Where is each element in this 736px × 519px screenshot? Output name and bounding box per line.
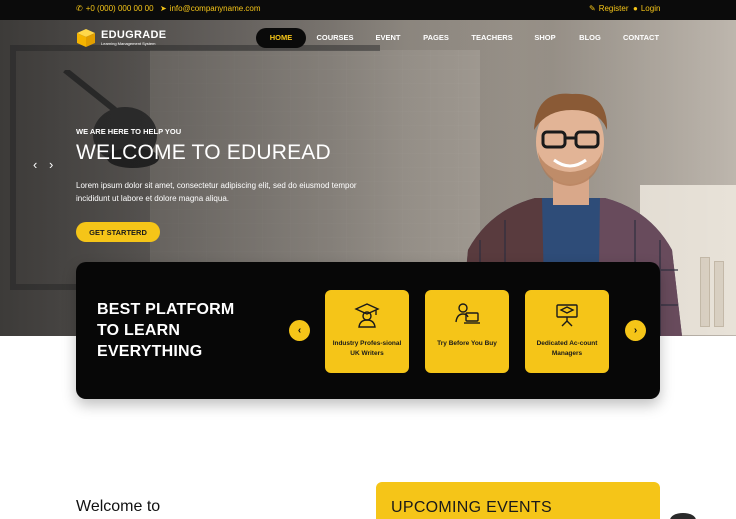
nav-item-pages[interactable]: PAGES: [418, 28, 454, 48]
register-link[interactable]: ✎ Register: [589, 4, 629, 13]
laptop-user-icon: [455, 303, 480, 324]
nav-item-blog[interactable]: BLOG: [574, 28, 606, 48]
feature-card-label: Industry Profes-sional UK Writers: [332, 340, 402, 357]
hero-title: WELCOME TO EDUREAD: [76, 141, 331, 164]
features-next-button[interactable]: ›: [625, 320, 646, 341]
graduate-icon: [354, 303, 380, 328]
phone-text: +0 (000) 000 00 00: [85, 4, 154, 13]
nav-item-home[interactable]: HOME: [256, 28, 306, 48]
top-bar: ✆ +0 (000) 000 00 00 ➤ info@companyname.…: [0, 0, 736, 20]
feature-card-label: Dedicated Ac-count Managers: [536, 340, 598, 357]
user-icon: ●: [633, 3, 638, 13]
hero-subtitle: Lorem ipsum dolor sit amet, consectetur …: [76, 181, 357, 203]
feature-card-try[interactable]: Try Before You Buy: [425, 290, 509, 373]
nav-item-contact[interactable]: CONTACT: [620, 28, 662, 48]
panel-title: BEST PLATFORM TO LEARN EVERYTHING: [97, 301, 235, 360]
get-started-button[interactable]: GET STARTERD: [76, 222, 160, 242]
welcome-heading: Welcome to: [76, 498, 161, 515]
nav-item-teachers[interactable]: TEACHERS: [468, 28, 516, 48]
login-link[interactable]: ● Login: [633, 4, 660, 13]
hero-prev-arrow[interactable]: ‹: [33, 158, 37, 171]
upcoming-events-title: UPCOMING EVENTS: [391, 499, 552, 516]
email-text: info@companyname.com: [169, 4, 261, 13]
hero-next-arrow[interactable]: ›: [49, 158, 53, 171]
feature-card-managers[interactable]: Dedicated Ac-count Managers: [525, 290, 609, 373]
feature-panel: BEST PLATFORM TO LEARN EVERYTHING ‹ Indu…: [76, 262, 660, 399]
main-nav: HOME COURSES EVENT PAGES TEACHERS SHOP B…: [0, 28, 736, 48]
presentation-icon: [556, 304, 578, 327]
upcoming-events-card: UPCOMING EVENTS: [376, 482, 660, 519]
phone-contact[interactable]: ✆ +0 (000) 000 00 00: [76, 4, 154, 13]
paper-plane-icon: ➤: [160, 3, 167, 13]
nav-item-courses[interactable]: COURSES: [312, 28, 358, 48]
email-contact[interactable]: ➤ info@companyname.com: [160, 4, 261, 13]
feature-card-writers[interactable]: Industry Profes-sional UK Writers: [325, 290, 409, 373]
features-prev-button[interactable]: ‹: [289, 320, 310, 341]
nav-item-event[interactable]: EVENT: [370, 28, 406, 48]
register-text: Register: [598, 4, 629, 13]
phone-icon: ✆: [76, 3, 83, 13]
hero-eyebrow: WE ARE HERE TO HELP YOU: [76, 127, 182, 136]
avatar: [670, 513, 696, 519]
login-text: Login: [640, 4, 661, 13]
edit-icon: ✎: [589, 3, 596, 13]
nav-item-shop[interactable]: SHOP: [530, 28, 560, 48]
feature-card-label: Try Before You Buy: [437, 340, 497, 347]
